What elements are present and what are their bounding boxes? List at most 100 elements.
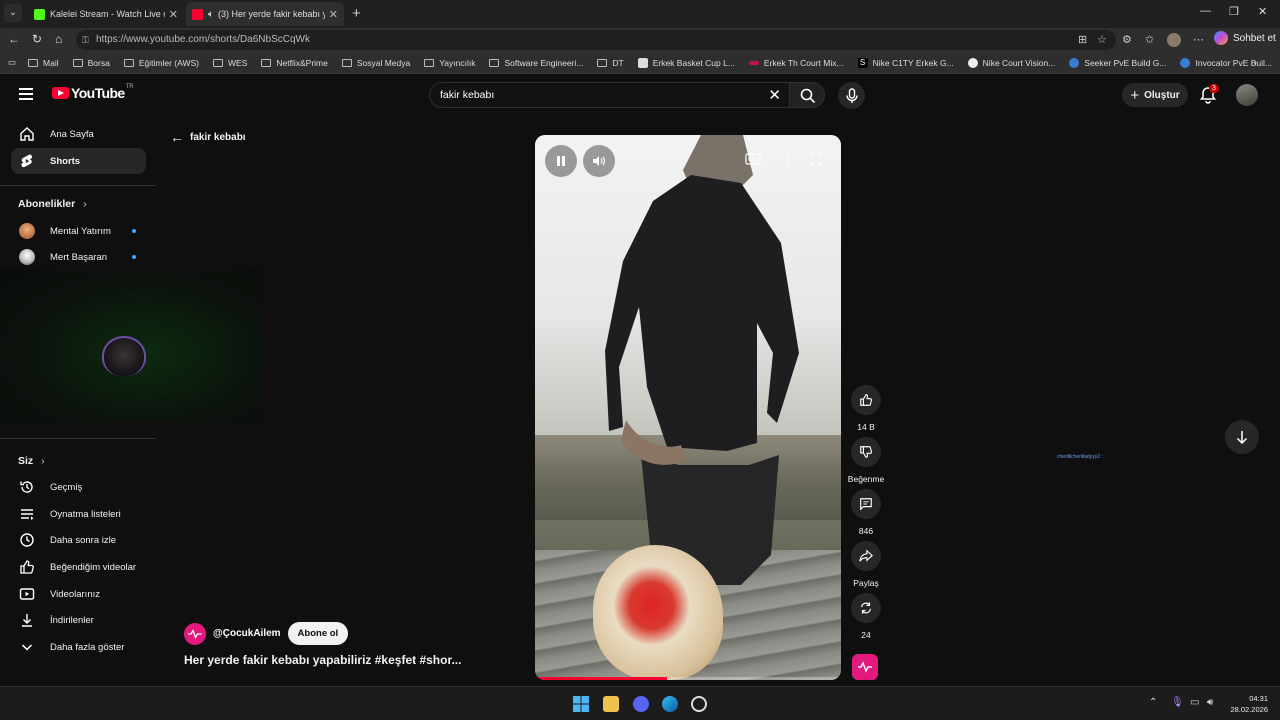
new-content-dot	[132, 229, 136, 233]
chevron-down-icon	[21, 644, 33, 651]
file-explorer-icon[interactable]	[603, 696, 619, 712]
voice-search-button[interactable]	[838, 82, 865, 109]
like-button[interactable]: 14 B	[848, 385, 884, 432]
address-bar[interactable]: ⚿ https://www.youtube.com/shorts/Da6NbSc…	[76, 30, 1116, 50]
more-options-icon[interactable]: ⋮	[782, 152, 795, 168]
shorts-video-player[interactable]: CC ⋮	[535, 135, 841, 680]
bookmark-label: Sosyal Medya	[356, 57, 411, 68]
bookmark-folder[interactable]: Netflix&Prime	[261, 58, 328, 68]
bookmark-folder[interactable]: Sosyal Medya	[341, 57, 411, 68]
volume-tray-icon[interactable]: 🔊︎	[1207, 697, 1213, 708]
folder-icon	[597, 58, 608, 67]
show-hidden-icons-icon[interactable]: ⌃	[1149, 697, 1157, 708]
profile-avatar[interactable]	[1167, 33, 1181, 47]
bookmark-link[interactable]: Seeker PvE Build G...	[1069, 57, 1166, 68]
system-clock[interactable]: 04:31 28.02.2026	[1224, 693, 1268, 715]
back-to-search-button[interactable]: ← fakir kebabı	[170, 129, 246, 145]
you-heading[interactable]: Siz ›	[18, 455, 45, 467]
video-bread-with-tomato	[593, 545, 723, 680]
search-button[interactable]	[789, 82, 825, 108]
sidebar-item-home[interactable]: Ana Sayfa	[11, 121, 146, 147]
tab-kick[interactable]: Kalelei Stream - Watch Live on Kick ✕	[28, 2, 184, 26]
close-tab-icon[interactable]: ✕	[169, 8, 178, 21]
favorite-star-icon[interactable]: ☆	[1097, 33, 1107, 46]
minimize-button[interactable]: —	[1200, 5, 1211, 17]
close-window-button[interactable]: ✕	[1258, 5, 1267, 18]
bookmark-label: Yayıncılık	[439, 57, 476, 68]
volume-button[interactable]	[583, 145, 615, 177]
site-info-icon[interactable]: ⚿	[82, 30, 89, 50]
channel-thumbnail[interactable]	[852, 654, 878, 680]
bookmark-folder[interactable]: WES	[212, 58, 247, 68]
captions-icon[interactable]: CC	[745, 153, 761, 168]
dislike-button[interactable]: Beğenme	[848, 437, 884, 484]
sidebar-item-your-videos[interactable]: Videolarınız	[11, 581, 146, 607]
sidebar-item-show-more[interactable]: Daha fazla göster	[11, 634, 146, 660]
next-short-button[interactable]	[1225, 420, 1259, 454]
obs-studio-icon[interactable]	[691, 696, 707, 712]
bookmark-folder[interactable]: Borsa	[72, 58, 110, 68]
maximize-button[interactable]: ❐	[1229, 5, 1239, 18]
video-progress-bar[interactable]	[535, 677, 841, 680]
bookmark-link[interactable]: S Nike C1TY Erkek G...	[857, 57, 954, 68]
subscription-item[interactable]: Mert Başaran	[11, 244, 146, 270]
more-menu-icon[interactable]: ⋯	[1193, 33, 1204, 46]
subscription-item[interactable]: Mental Yatırım	[11, 218, 146, 244]
edge-browser-icon[interactable]	[662, 696, 678, 712]
account-avatar[interactable]	[1236, 84, 1258, 106]
favorites-icon[interactable]: ✩	[1145, 33, 1154, 46]
sidebar-item-label: Beğendiğim videolar	[50, 561, 137, 573]
sidebar-item-liked-videos[interactable]: Beğendiğim videolar	[11, 554, 146, 580]
new-tab-button[interactable]: +	[352, 5, 361, 22]
pause-button[interactable]	[545, 145, 577, 177]
reading-list-icon[interactable]: ▭	[8, 57, 16, 68]
bookmark-folder[interactable]: Eğitimler (AWS)	[123, 58, 199, 68]
bookmark-link[interactable]: Erkek Basket Cup L...	[637, 57, 735, 68]
bookmark-folder[interactable]: Software Engineeri...	[489, 58, 583, 68]
channel-name[interactable]: @ÇocukAilem	[213, 628, 281, 639]
subscriptions-heading[interactable]: Abonelikler ›	[18, 198, 87, 210]
sidebar-item-history[interactable]: Geçmiş	[11, 474, 146, 500]
refresh-button[interactable]: ↻	[32, 32, 42, 46]
comments-button[interactable]: 846	[848, 489, 884, 536]
network-icon[interactable]: ▭	[1190, 697, 1199, 708]
video-title[interactable]: Her yerde fakir kebabı yapabiliriz #keşf…	[184, 653, 461, 667]
sidebar-item-playlists[interactable]: Oynatma listeleri	[11, 501, 146, 527]
tab-actions-menu[interactable]: ⌄	[4, 4, 22, 22]
share-button[interactable]: Paylaş	[848, 541, 884, 588]
sidebar-item-watch-later[interactable]: Daha sonra izle	[11, 527, 146, 553]
search-input[interactable]: fakir kebabı ✕	[429, 82, 790, 108]
bookmark-folder[interactable]: Mail	[28, 58, 59, 68]
site-icon: S	[857, 57, 868, 68]
sidebar-item-shorts[interactable]: Shorts	[11, 148, 146, 174]
discord-icon[interactable]	[633, 696, 649, 712]
microphone-in-use-icon[interactable]: 🎙︎	[1171, 697, 1184, 708]
youtube-logo[interactable]: YouTube TR	[52, 84, 134, 101]
bookmark-link[interactable]: Nike Court Vision...	[967, 57, 1055, 68]
back-button[interactable]: ←	[8, 32, 20, 46]
fullscreen-icon[interactable]	[810, 153, 822, 168]
extensions-icon[interactable]: ⚙	[1122, 33, 1132, 46]
bookmark-link[interactable]: Erkek Th Court Mix...	[748, 58, 844, 68]
bookmark-folder[interactable]: DT	[597, 58, 624, 68]
clear-search-icon[interactable]: ✕	[768, 86, 781, 104]
create-button[interactable]: + Oluştur	[1122, 83, 1188, 107]
tab-youtube[interactable]: 🔈︎ (3) Her yerde fakir kebabı yapabiliri…	[186, 2, 344, 26]
menu-icon[interactable]	[19, 88, 33, 100]
app-available-icon[interactable]: ⊞	[1078, 33, 1087, 46]
home-button[interactable]: ⌂	[55, 32, 62, 46]
channel-avatar[interactable]	[184, 622, 206, 645]
close-tab-icon[interactable]: ✕	[329, 8, 338, 21]
copilot-button[interactable]: Sohbet et	[1214, 31, 1276, 45]
bookmark-label: Nike C1TY Erkek G...	[872, 57, 954, 68]
windows-start-icon[interactable]	[573, 696, 589, 712]
speaker-icon[interactable]: 🔈︎	[208, 9, 214, 20]
thumb-up-icon	[20, 560, 34, 574]
remix-button[interactable]: 24	[848, 593, 884, 640]
bookmarks-overflow-icon[interactable]: ›	[1254, 57, 1257, 67]
bookmark-link[interactable]: Invocator PvE Buil...	[1180, 57, 1272, 68]
sidebar-item-downloads[interactable]: İndirilenler	[11, 607, 146, 633]
bookmark-folder[interactable]: Yayıncılık	[424, 58, 475, 68]
subscribe-button[interactable]: Abone ol	[287, 622, 349, 645]
arrow-down-icon	[1236, 431, 1248, 444]
